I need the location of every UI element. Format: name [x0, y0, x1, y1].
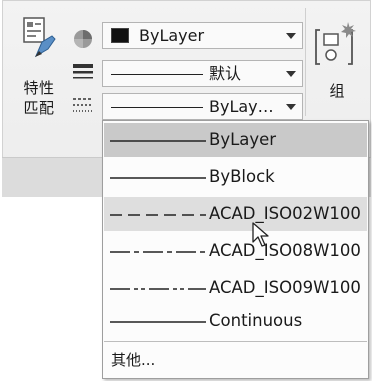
- chevron-down-icon[interactable]: [286, 71, 296, 77]
- linetype-option-label: ByBlock: [209, 167, 275, 186]
- linetype-dropdown-list: ByLayer ByBlock ACAD_ISO02W100 ACAD_ISO0…: [102, 120, 369, 379]
- solid-line-preview: [110, 140, 206, 142]
- lineweight-preview-line: [111, 74, 203, 75]
- color-swatch: [111, 28, 129, 43]
- linetype-option-bylayer[interactable]: ByLayer: [104, 123, 367, 157]
- dashed-line-preview: [110, 214, 206, 216]
- lineweight-combo[interactable]: 默认: [102, 60, 303, 87]
- linetype-option-acad-iso08w100[interactable]: ACAD_ISO08W100: [104, 234, 367, 268]
- solid-line-preview: [110, 321, 206, 323]
- linetype-option-acad-iso02w100[interactable]: ACAD_ISO02W100: [104, 197, 367, 231]
- linetype-option-label: ACAD_ISO08W100: [209, 241, 361, 260]
- dash-double-dot-line-preview: [110, 288, 206, 290]
- linetype-option-continuous[interactable]: Continuous: [104, 304, 367, 338]
- linetype-option-label: ByLayer: [209, 130, 277, 149]
- match-properties-label-2: 匹配: [23, 99, 55, 117]
- match-properties-label-1: 特性: [23, 79, 55, 97]
- lineweight-icon: [72, 62, 94, 86]
- match-properties-button[interactable]: 特性 匹配: [10, 6, 68, 118]
- panel-separator: [305, 8, 306, 116]
- linetype-combo-value: ByLay…: [209, 97, 274, 116]
- linetype-preview-line: [111, 107, 203, 108]
- linetype-option-byblock[interactable]: ByBlock: [104, 160, 367, 194]
- color-combo-value: ByLayer: [139, 26, 205, 45]
- mouse-cursor-icon: [252, 222, 270, 252]
- lineweight-combo-value: 默认: [209, 64, 242, 83]
- match-properties-icon: [22, 16, 58, 62]
- dropdown-divider: [104, 341, 367, 342]
- chevron-down-icon[interactable]: [286, 33, 296, 39]
- linetype-option-label: ACAD_ISO09W100: [209, 278, 361, 297]
- dash-dot-line-preview: [110, 251, 206, 253]
- solid-line-preview: [110, 177, 206, 179]
- linetype-icon: [72, 96, 94, 118]
- linetype-other-option[interactable]: 其他...: [111, 347, 155, 373]
- chevron-down-icon[interactable]: [286, 104, 296, 110]
- linetype-combo[interactable]: ByLay…: [102, 93, 303, 120]
- group-label: 组: [329, 82, 345, 100]
- linetype-option-label: ACAD_ISO02W100: [209, 204, 361, 223]
- group-icon: [314, 22, 360, 72]
- color-wheel-icon: [72, 28, 94, 54]
- linetype-option-acad-iso09w100[interactable]: ACAD_ISO09W100: [104, 271, 367, 305]
- linetype-option-label: Continuous: [209, 311, 303, 330]
- color-combo[interactable]: ByLayer: [102, 22, 303, 49]
- group-button[interactable]: 组: [310, 6, 370, 118]
